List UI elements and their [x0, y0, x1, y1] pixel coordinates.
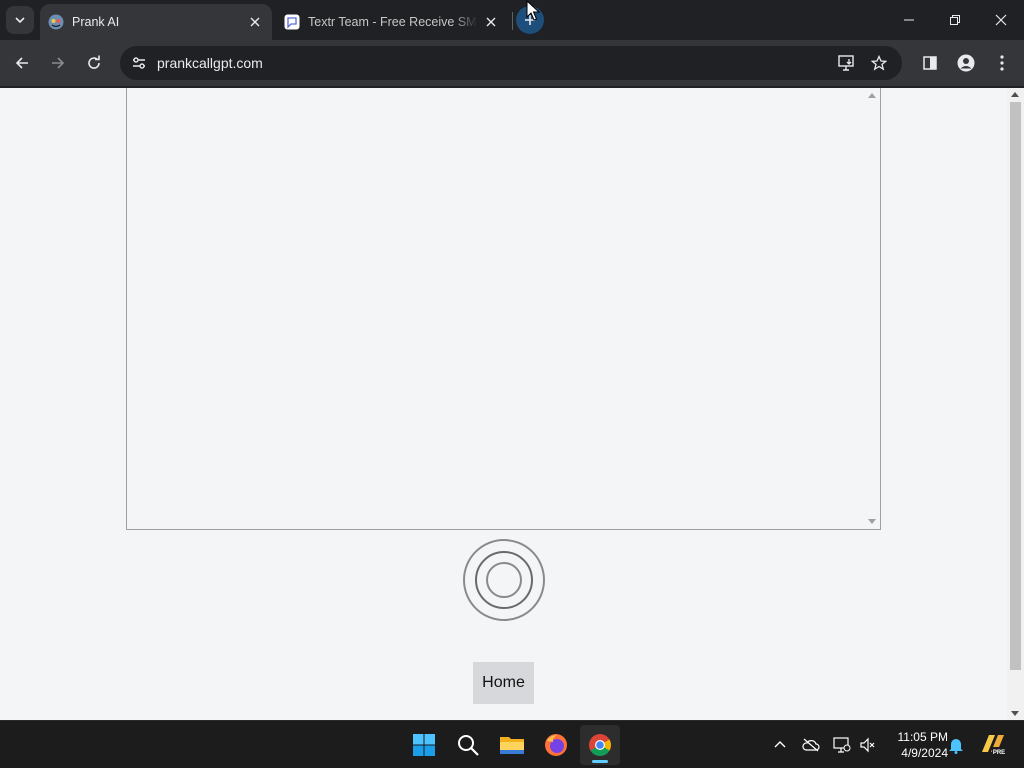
active-app-indicator	[592, 760, 608, 763]
preview-badge: PRE	[993, 750, 1005, 756]
copilot-preview-button[interactable]: PRE	[978, 733, 1008, 757]
clock-date: 4/9/2024	[901, 746, 948, 760]
chevron-up-icon	[774, 741, 786, 748]
forward-button[interactable]	[43, 48, 73, 78]
search-icon	[458, 735, 479, 756]
side-panel-button[interactable]	[915, 48, 945, 78]
windows-logo-icon	[413, 734, 435, 756]
tab-textr-team[interactable]: Textr Team - Free Receive SMS Online	[276, 4, 508, 40]
page-viewport: Home	[0, 88, 1024, 720]
tab-separator	[512, 12, 513, 30]
tab-title: Textr Team - Free Receive SMS Online	[308, 15, 478, 29]
arrow-left-icon	[15, 57, 28, 69]
tab-strip: Prank AI Textr Team - Free Receive SMS O…	[0, 0, 1024, 40]
system-clock[interactable]: 11:05 PM 4/9/2024	[884, 729, 948, 761]
network-icon	[833, 737, 851, 753]
start-button[interactable]	[404, 725, 444, 765]
close-icon	[995, 14, 1007, 26]
profile-button[interactable]	[951, 48, 981, 78]
volume-muted-icon	[860, 737, 875, 753]
more-vertical-icon	[1000, 55, 1004, 71]
clock-time: 11:05 PM	[897, 730, 948, 744]
chrome-icon	[589, 734, 611, 756]
folder-icon	[500, 737, 524, 754]
scroll-down-icon[interactable]	[1011, 711, 1019, 716]
install-app-button[interactable]	[834, 51, 860, 75]
tune-icon	[133, 57, 145, 69]
chevron-down-icon	[15, 17, 25, 24]
mouse-cursor-icon	[526, 0, 540, 21]
reload-button[interactable]	[79, 48, 109, 78]
textr-favicon-icon	[284, 14, 300, 30]
menu-button[interactable]	[987, 48, 1017, 78]
content-frame[interactable]	[126, 88, 881, 530]
browser-toolbar: prankcallgpt.com	[0, 40, 1024, 87]
scroll-up-icon[interactable]	[868, 93, 876, 98]
profile-icon	[957, 54, 975, 72]
call-target-icon[interactable]	[462, 538, 546, 622]
bookmark-button[interactable]	[866, 51, 892, 75]
close-tab-icon[interactable]	[246, 13, 264, 31]
minimize-icon	[904, 19, 914, 21]
side-panel-icon	[923, 56, 937, 70]
restore-button[interactable]	[932, 0, 978, 40]
copilot-icon: PRE	[982, 735, 1006, 756]
cloud-off-icon	[802, 738, 820, 752]
scrollbar-thumb[interactable]	[1010, 102, 1021, 670]
prank-ai-favicon-icon	[48, 14, 64, 30]
firefox-icon	[545, 734, 567, 756]
windows-taskbar: 11:05 PM 4/9/2024 PRE	[0, 720, 1024, 768]
volume-tray-button[interactable]	[856, 733, 880, 757]
arrow-right-icon	[52, 57, 65, 69]
notifications-button[interactable]	[944, 733, 968, 757]
onedrive-tray-button[interactable]	[799, 733, 823, 757]
frame-scrollbar[interactable]	[864, 88, 880, 529]
home-button[interactable]: Home	[473, 662, 534, 704]
star-icon	[871, 55, 887, 71]
install-icon	[838, 55, 854, 71]
tab-search-button[interactable]	[6, 6, 34, 34]
url-text: prankcallgpt.com	[157, 55, 263, 71]
back-button[interactable]	[7, 48, 37, 78]
tab-prank-ai[interactable]: Prank AI	[40, 4, 272, 40]
tab-title: Prank AI	[72, 15, 120, 29]
scroll-up-icon[interactable]	[1011, 92, 1019, 97]
show-hidden-icons-button[interactable]	[768, 733, 792, 757]
reload-icon	[88, 55, 100, 69]
address-bar[interactable]: prankcallgpt.com	[120, 46, 902, 80]
page-scrollbar[interactable]	[1007, 88, 1024, 720]
close-tab-icon[interactable]	[482, 13, 500, 31]
close-window-button[interactable]	[978, 0, 1024, 40]
restore-icon	[950, 15, 960, 25]
file-explorer-button[interactable]	[492, 725, 532, 765]
chrome-button[interactable]	[580, 725, 620, 765]
bell-icon	[949, 739, 963, 754]
firefox-button[interactable]	[536, 725, 576, 765]
minimize-button[interactable]	[886, 0, 932, 40]
scroll-down-icon[interactable]	[868, 519, 876, 524]
network-tray-button[interactable]	[830, 733, 854, 757]
site-info-button[interactable]	[126, 50, 152, 76]
search-button[interactable]	[448, 725, 488, 765]
